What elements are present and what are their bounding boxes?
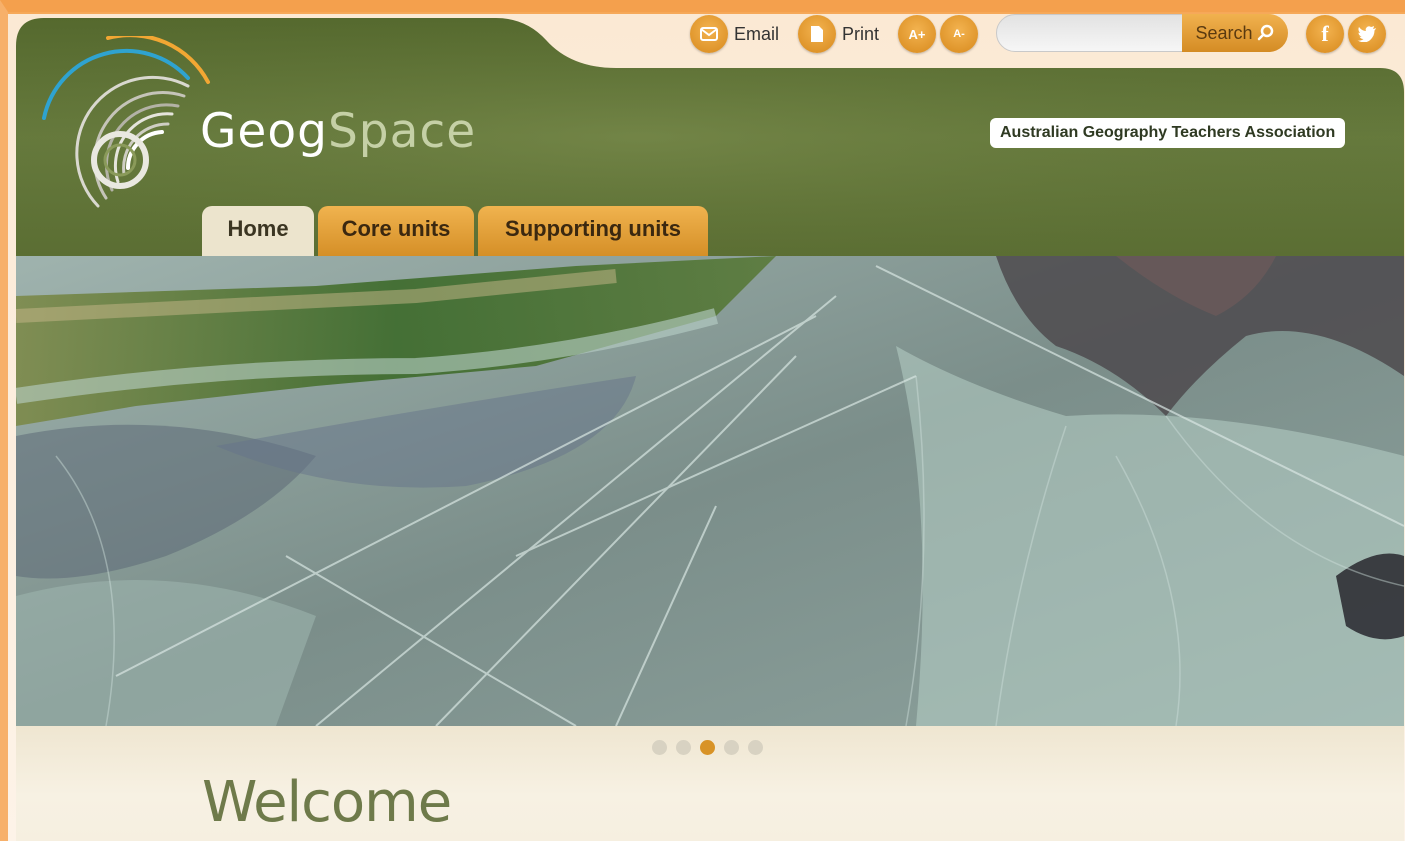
search-button-label: Search: [1195, 22, 1253, 43]
tab-core-units[interactable]: Core units: [318, 206, 474, 256]
twitter-button[interactable]: [1348, 14, 1386, 54]
search-icon: [1257, 24, 1273, 41]
slider-pagination: [652, 740, 763, 755]
twitter-icon: [1348, 15, 1386, 53]
slider-dot[interactable]: [676, 740, 691, 755]
font-increase-button[interactable]: A+: [898, 14, 936, 54]
geogspace-logo-icon: [42, 36, 210, 208]
slider-dot[interactable]: [652, 740, 667, 755]
print-icon: [798, 15, 836, 53]
facebook-icon: f: [1306, 15, 1344, 53]
email-label: Email: [734, 23, 780, 44]
print-label: Print: [842, 23, 880, 44]
content-area: Welcome: [16, 726, 1404, 841]
font-decrease-button[interactable]: A-: [940, 14, 978, 54]
slider-dot[interactable]: [724, 740, 739, 755]
page-title: Welcome: [202, 770, 452, 835]
search-input[interactable]: [996, 14, 1192, 52]
font-increase-icon: A+: [898, 15, 936, 53]
slider-dot[interactable]: [748, 740, 763, 755]
tab-home[interactable]: Home: [202, 206, 314, 256]
logo-wordmark-part1: Geog: [200, 104, 328, 159]
logo-wordmark[interactable]: GeogSpace: [200, 104, 476, 159]
slider-dot-active[interactable]: [700, 740, 715, 755]
logo-wordmark-part2: Space: [327, 104, 477, 159]
font-decrease-icon: A-: [940, 15, 978, 53]
hero-satellite-image: [16, 256, 1404, 726]
facebook-button[interactable]: f: [1306, 14, 1344, 54]
email-button[interactable]: Email: [690, 14, 779, 54]
search-box: Search: [996, 14, 1288, 52]
tab-supporting-units[interactable]: Supporting units: [478, 206, 708, 256]
association-badge[interactable]: Australian Geography Teachers Associatio…: [990, 118, 1346, 148]
print-button[interactable]: Print: [798, 14, 879, 54]
email-icon: [690, 15, 728, 53]
search-button[interactable]: Search: [1182, 14, 1288, 52]
